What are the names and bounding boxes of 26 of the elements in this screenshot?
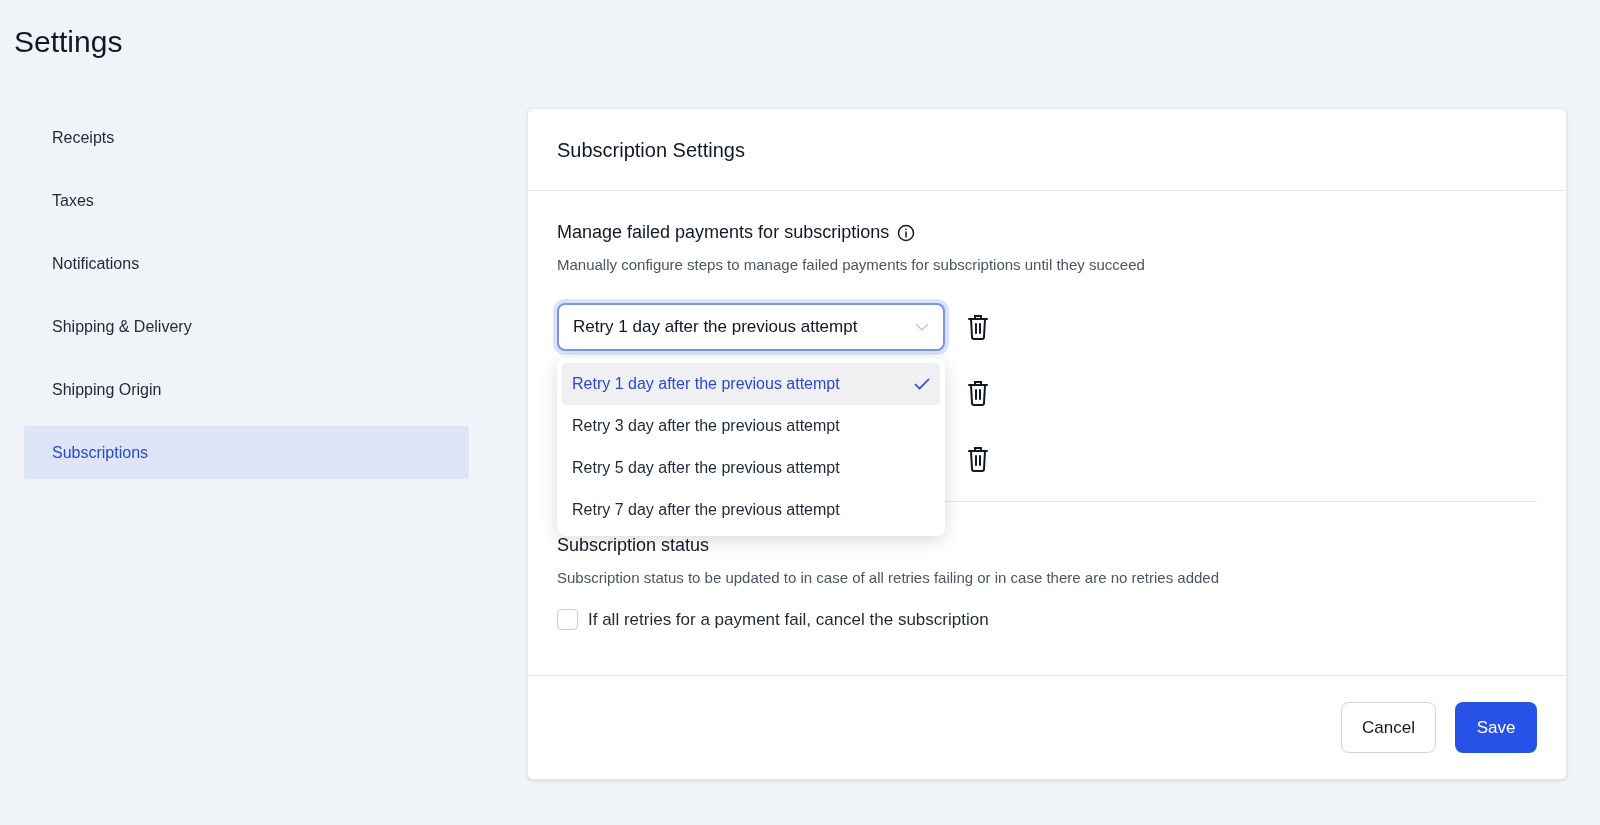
section-description: Manually configure steps to manage failed payments for subscriptions until they succeed [557, 255, 1146, 275]
section-description: Subscription status to be updated to in case of all retries failing or in case there are no retries added [557, 567, 1221, 588]
check-icon [914, 377, 930, 390]
trash-icon[interactable] [967, 313, 989, 340]
save-button[interactable]: Save [1455, 702, 1537, 753]
trash-icon[interactable] [967, 445, 989, 472]
checkbox-label: If all retries for a payment fail, cancel the subscription [588, 609, 989, 631]
trash-icon[interactable] [967, 379, 989, 406]
dropdown-option[interactable]: Retry 3 day after the previous attempt [562, 404, 940, 447]
sidebar-item[interactable]: Shipping & Delivery [24, 300, 469, 353]
sidebar-item[interactable]: Taxes [24, 174, 469, 227]
cancel-button[interactable]: Cancel [1341, 702, 1436, 753]
card-title: Subscription Settings [557, 137, 745, 163]
chevron-down-icon [915, 322, 929, 331]
sidebar-item[interactable]: Receipts [24, 111, 469, 164]
dropdown-option[interactable]: Retry 5 day after the previous attempt [562, 446, 940, 489]
section-heading: Subscription status [557, 533, 711, 557]
dropdown-option[interactable]: Retry 7 day after the previous attempt [562, 488, 940, 531]
page-title: Settings [14, 24, 123, 60]
info-icon[interactable] [897, 223, 916, 242]
sidebar-item[interactable]: Subscriptions [24, 426, 469, 479]
checkbox[interactable] [557, 609, 578, 631]
sidebar-item[interactable]: Shipping Origin [24, 363, 469, 416]
sidebar-item[interactable]: Notifications [24, 237, 469, 290]
section-heading: Manage failed payments for subscriptions [557, 221, 890, 244]
dropdown-option[interactable]: Retry 1 day after the previous attempt [562, 362, 940, 405]
